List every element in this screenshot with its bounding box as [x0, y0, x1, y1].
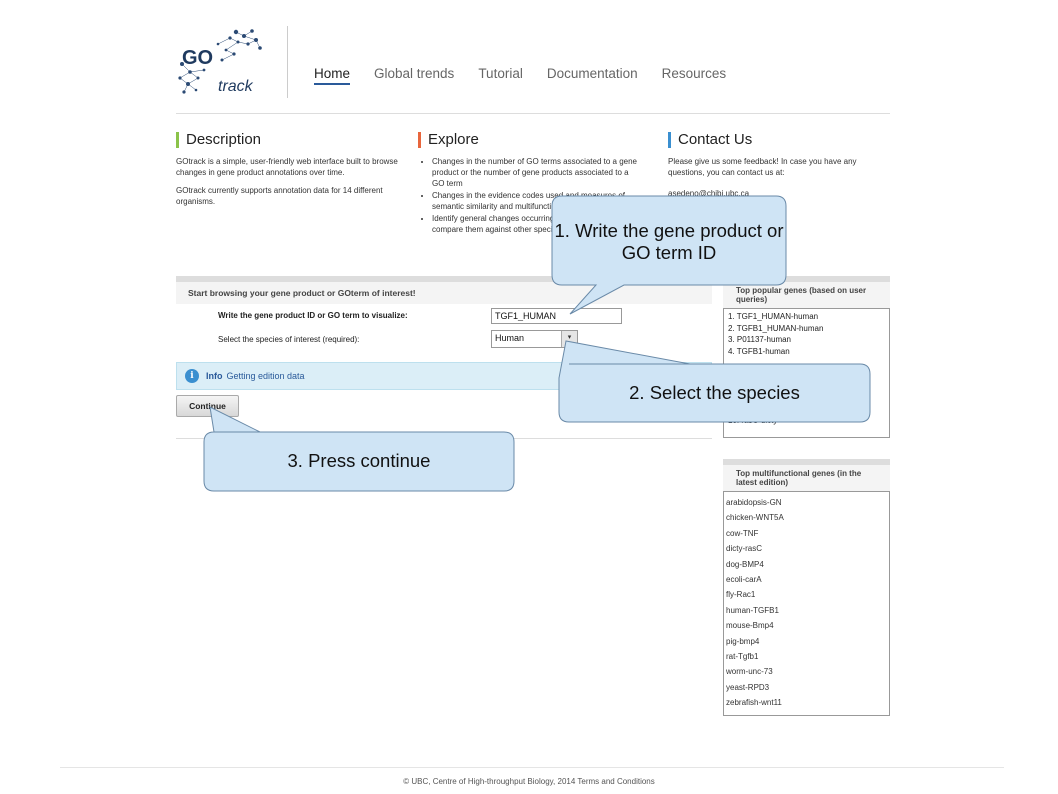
multifunctional-genes-list: arabidopsis-GN chicken-WNT5A cow-TNF dic… [723, 491, 890, 716]
contact-email-link[interactable]: asedeno@chibi.ubc.ca [668, 188, 888, 199]
header-rule [176, 113, 890, 114]
multifunctional-gene-link[interactable]: fly-Rac1 [726, 587, 887, 602]
svg-text:GO: GO [182, 47, 213, 69]
main-nav: Home Global trends Tutorial Documentatio… [314, 66, 726, 85]
popular-gene-link[interactable] [728, 404, 885, 416]
nav-resources[interactable]: Resources [662, 66, 727, 85]
popular-gene-link[interactable]: 10. rasC-dicty [728, 415, 885, 427]
explore-title: Explore [418, 132, 640, 148]
popular-gene-link[interactable]: 1. TGF1_HUMAN-human [728, 311, 885, 323]
multifunctional-gene-link[interactable]: arabidopsis-GN [726, 495, 887, 510]
footer-text: © UBC, Centre of High-throughput Biology… [403, 777, 655, 786]
callout-text-1: 1. Write the gene product or GO term ID [554, 220, 784, 263]
description-section: Description GOtrack is a simple, user-fr… [176, 132, 406, 214]
nav-home[interactable]: Home [314, 66, 351, 85]
header-divider [287, 26, 288, 98]
multifunctional-gene-link[interactable]: ecoli-carA [726, 572, 887, 587]
callout-text-2: 2. Select the species [629, 382, 800, 403]
popular-gene-link[interactable]: 4. TGFB1-human [728, 346, 885, 358]
multifunctional-gene-link[interactable]: cow-TNF [726, 526, 887, 541]
popular-genes-list: 1. TGF1_HUMAN-human 2. TGFB1_HUMAN-human… [723, 308, 890, 438]
popular-gene-link[interactable]: 3. P01137-human [728, 334, 885, 346]
browse-title: Start browsing your gene product or GOte… [176, 282, 712, 304]
popular-gene-link[interactable]: 2. TGFB1_HUMAN-human [728, 323, 885, 335]
continue-button[interactable]: Continue [176, 395, 239, 417]
multifunctional-genes-panel: Top multifunctional genes (in the latest… [723, 459, 890, 716]
multifunctional-gene-link[interactable]: yeast-RPD3 [726, 680, 887, 695]
popular-gene-link[interactable] [728, 357, 885, 369]
description-p2: GOtrack currently supports annotation da… [176, 186, 383, 206]
description-p1: GOtrack is a simple, user-friendly web i… [176, 157, 398, 177]
multifunctional-genes-title: Top multifunctional genes (in the latest… [723, 465, 890, 491]
popular-genes-title: Top popular genes (based on user queries… [723, 282, 890, 308]
popular-gene-link[interactable] [728, 369, 885, 381]
contact-title: Contact Us [668, 132, 888, 148]
info-text: Getting edition data [226, 371, 305, 381]
species-field-label: Select the species of interest (required… [218, 335, 360, 344]
browse-panel: Start browsing your gene product or GOte… [176, 276, 712, 439]
svg-text:track: track [218, 78, 254, 95]
multifunctional-gene-link[interactable]: dog-BMP4 [726, 557, 887, 572]
nav-global-trends[interactable]: Global trends [374, 66, 454, 85]
species-select[interactable]: Human ▾ [491, 330, 578, 348]
nav-documentation[interactable]: Documentation [547, 66, 638, 85]
multifunctional-gene-link[interactable]: human-TGFB1 [726, 603, 887, 618]
browse-divider [176, 438, 712, 439]
explore-item: Changes in the evidence codes used and m… [432, 190, 640, 212]
multifunctional-gene-link[interactable]: dicty-rasC [726, 541, 887, 556]
multifunctional-gene-link[interactable]: worm-unc-73 [726, 664, 887, 679]
popular-genes-panel: Top popular genes (based on user queries… [723, 276, 890, 438]
multifunctional-gene-link[interactable]: chicken-WNT5A [726, 510, 887, 525]
species-selected-value: Human [495, 333, 525, 343]
contact-text: Please give us some feedback! In case yo… [668, 157, 857, 177]
gene-field-label: Write the gene product ID or GO term to … [218, 311, 408, 320]
footer-rule [60, 767, 1004, 768]
description-title: Description [176, 132, 406, 148]
multifunctional-gene-link[interactable]: rat-Tgfb1 [726, 649, 887, 664]
contact-section: Contact Us Please give us some feedback!… [668, 132, 888, 206]
logo-graphic: GO track [178, 29, 262, 95]
multifunctional-gene-link[interactable]: pig-bmp4 [726, 634, 887, 649]
nav-tutorial[interactable]: Tutorial [478, 66, 523, 85]
callout-text-3: 3. Press continue [287, 450, 431, 471]
explore-item: Changes in the number of GO terms associ… [432, 156, 640, 189]
info-title: Info [206, 371, 223, 381]
gotrack-logo[interactable]: GO track [176, 26, 268, 98]
multifunctional-gene-link[interactable]: zebrafish-wnt11 [726, 695, 887, 710]
chevron-down-icon[interactable]: ▾ [561, 331, 577, 347]
gene-input[interactable] [491, 308, 622, 324]
multifunctional-gene-link[interactable]: mouse-Bmp4 [726, 618, 887, 633]
info-icon: i [185, 369, 199, 383]
